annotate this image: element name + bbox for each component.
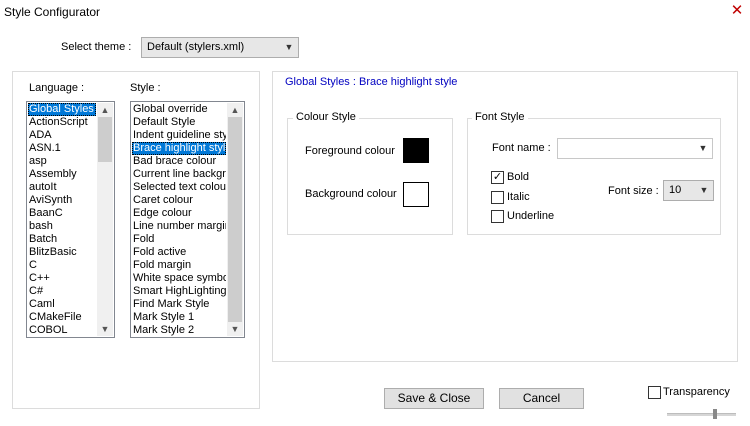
language-list-item[interactable]: bash	[28, 220, 96, 233]
chevron-down-icon[interactable]: ▼	[97, 322, 113, 336]
colour-style-group	[287, 118, 453, 235]
underline-checkbox[interactable]	[491, 210, 504, 223]
font-name-label: Font name :	[492, 142, 551, 154]
style-label: Style :	[130, 82, 161, 94]
language-list-item[interactable]: C	[28, 259, 96, 272]
detail-heading: Global Styles : Brace highlight style	[285, 76, 458, 88]
font-size-value: 10	[669, 184, 682, 196]
scroll-thumb[interactable]	[98, 117, 112, 162]
style-list-item[interactable]: Edge colour	[132, 207, 226, 220]
style-list-item[interactable]: White space symbol	[132, 272, 226, 285]
transparency-slider-thumb[interactable]	[713, 409, 717, 419]
theme-select-value: Default (stylers.xml)	[147, 41, 245, 53]
style-list-item[interactable]: Fold	[132, 233, 226, 246]
chevron-up-icon[interactable]: ▲	[227, 103, 243, 117]
style-list-item[interactable]: Caret colour	[132, 194, 226, 207]
style-list-item[interactable]: Fold active	[132, 246, 226, 259]
style-list-item[interactable]: Brace highlight style	[132, 142, 226, 155]
bold-label: Bold	[507, 171, 530, 183]
font-size-select[interactable]: 10 ▼	[663, 180, 714, 201]
language-list-item[interactable]: BlitzBasic	[28, 246, 96, 259]
style-list-item[interactable]: Default Style	[132, 116, 226, 129]
language-list-item[interactable]: ADA	[28, 129, 96, 142]
style-list-item[interactable]: Indent guideline style	[132, 129, 226, 142]
colour-style-title: Colour Style	[293, 111, 359, 123]
language-scrollbar[interactable]: ▲ ▼	[97, 103, 113, 336]
transparency-label: Transparency	[663, 386, 730, 398]
style-list-item[interactable]: Find Mark Style	[132, 298, 226, 311]
language-list-item[interactable]: Global Styles	[28, 103, 96, 116]
scroll-thumb[interactable]	[228, 117, 242, 322]
language-label: Language :	[29, 82, 85, 94]
language-list-item[interactable]: ASN.1	[28, 142, 96, 155]
chevron-down-icon: ▼	[698, 143, 708, 153]
foreground-colour-swatch[interactable]	[403, 138, 429, 163]
chevron-up-icon[interactable]: ▲	[97, 103, 113, 117]
language-list[interactable]: Global Styles ActionScript ADA ASN.1 asp Asse…	[26, 101, 115, 338]
language-list-item[interactable]: COBOL	[28, 324, 96, 337]
font-style-title: Font Style	[472, 111, 528, 123]
language-list-item[interactable]: Assembly	[28, 168, 96, 181]
checkmark-icon: ✓	[492, 171, 503, 183]
chevron-down-icon: ▼	[699, 185, 709, 195]
font-size-label: Font size :	[608, 185, 659, 197]
window-title: Style Configurator	[4, 5, 101, 19]
language-list-item[interactable]: AviSynth	[28, 194, 96, 207]
language-list-item[interactable]: C#	[28, 285, 96, 298]
background-colour-swatch[interactable]	[403, 182, 429, 207]
chevron-down-icon[interactable]: ▼	[227, 322, 243, 336]
style-list-item[interactable]: Fold margin	[132, 259, 226, 272]
style-items: Global override Default Style Indent guide…	[132, 103, 226, 337]
language-list-item[interactable]: asp	[28, 155, 96, 168]
language-list-item[interactable]: BaanC	[28, 207, 96, 220]
underline-label: Underline	[507, 210, 555, 222]
language-list-item[interactable]: CMakeFile	[28, 311, 96, 324]
cancel-button[interactable]: Cancel	[499, 388, 584, 409]
font-style-group	[467, 118, 721, 235]
style-list-item[interactable]: Mark Style 2	[132, 324, 226, 337]
language-list-item[interactable]: autoIt	[28, 181, 96, 194]
language-list-item[interactable]: Caml	[28, 298, 96, 311]
transparency-slider[interactable]	[667, 413, 736, 416]
style-list-item[interactable]: Bad brace colour	[132, 155, 226, 168]
close-icon[interactable]: ✕	[727, 1, 747, 21]
style-list-item[interactable]: Current line background colour	[132, 168, 226, 181]
foreground-colour-label: Foreground colour	[305, 145, 395, 157]
style-list-item[interactable]: Global override	[132, 103, 226, 116]
style-list[interactable]: Global override Default Style Indent guide…	[130, 101, 245, 338]
style-list-item[interactable]: Smart HighLighting	[132, 285, 226, 298]
style-list-item[interactable]: Selected text colour	[132, 181, 226, 194]
italic-label: Italic	[507, 191, 530, 203]
select-theme-label: Select theme :	[61, 41, 132, 53]
style-list-item[interactable]: Line number margin	[132, 220, 226, 233]
style-scrollbar[interactable]: ▲ ▼	[227, 103, 243, 336]
font-name-select[interactable]: ▼	[557, 138, 713, 159]
background-colour-label: Background colour	[305, 188, 397, 200]
language-list-item[interactable]: ActionScript	[28, 116, 96, 129]
transparency-checkbox[interactable]	[648, 386, 661, 399]
style-list-item[interactable]: Mark Style 1	[132, 311, 226, 324]
language-list-item[interactable]: C++	[28, 272, 96, 285]
language-list-item[interactable]: Batch	[28, 233, 96, 246]
bold-checkbox[interactable]: ✓	[491, 171, 504, 184]
chevron-down-icon: ▼	[284, 42, 294, 52]
language-items: Global Styles ActionScript ADA ASN.1 asp Asse…	[28, 103, 96, 337]
save-close-button[interactable]: Save & Close	[384, 388, 484, 409]
italic-checkbox[interactable]	[491, 191, 504, 204]
theme-select[interactable]: Default (stylers.xml) ▼	[141, 37, 299, 58]
